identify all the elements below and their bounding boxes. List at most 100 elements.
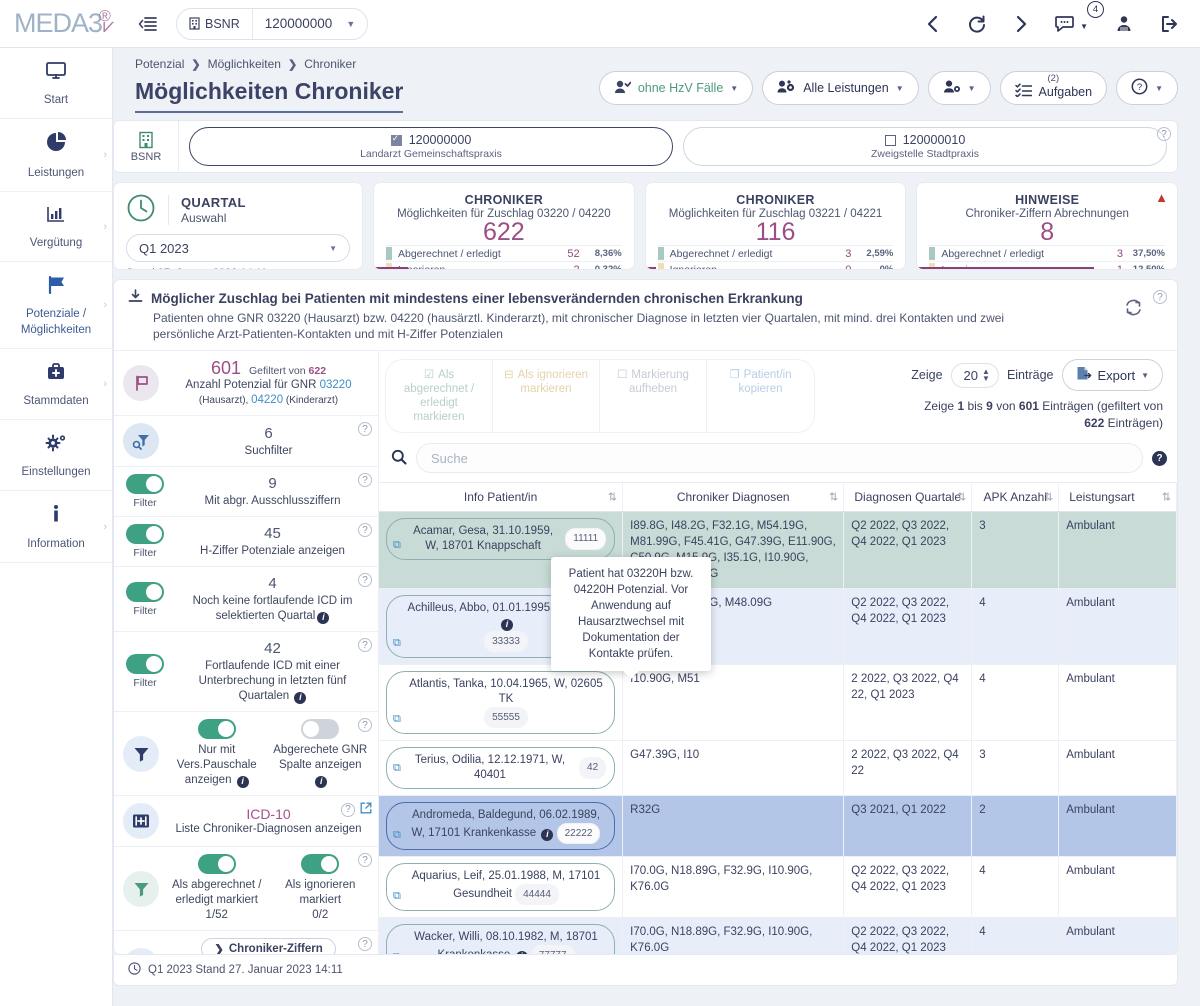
user-settings-button[interactable]: ▼ bbox=[927, 71, 991, 105]
sidebar-collapse-button[interactable] bbox=[130, 16, 164, 32]
sort-icon[interactable]: ⇅ bbox=[608, 491, 617, 504]
cell-patient[interactable]: ⧉ Atlantis, Tanka, 10.04.1965, W, 02605 … bbox=[379, 664, 624, 741]
forward-icon[interactable] bbox=[1013, 14, 1029, 34]
breadcrumb-item-1[interactable]: Möglichkeiten bbox=[208, 57, 281, 71]
table-row[interactable]: ⧉ Aquarius, Leif, 25.01.1988, M, 17101 G… bbox=[379, 856, 1177, 918]
column-header-info-patient[interactable]: Info Patient/in ⇅ bbox=[379, 482, 624, 512]
column-header-diagnosen-quartale[interactable]: Diagnosen Quartale ⇅ bbox=[843, 482, 973, 512]
sort-icon[interactable]: ⇅ bbox=[1044, 491, 1053, 504]
toggle-abgerechnet-markiert[interactable] bbox=[197, 854, 236, 874]
help-icon[interactable]: ? bbox=[358, 473, 372, 487]
info-icon[interactable]: i bbox=[315, 775, 328, 788]
cell-patient[interactable]: ⧉ Aquarius, Leif, 25.01.1988, M, 17101 G… bbox=[379, 856, 624, 918]
toggle-vers-pauschale[interactable] bbox=[197, 719, 236, 739]
help-icon[interactable]: ? bbox=[358, 523, 372, 537]
toggle-ausschlussziffern[interactable] bbox=[126, 474, 164, 494]
toggle-fortlaufende-icd[interactable] bbox=[126, 654, 164, 674]
sidebar-item-start[interactable]: Start bbox=[0, 48, 112, 119]
table-row[interactable]: ⧉ Terius, Odilia, 12.12.1971, W, 40401 4… bbox=[379, 740, 1177, 796]
sort-icon[interactable]: ⇅ bbox=[957, 491, 966, 504]
column-header-apk-anzahl[interactable]: APK Anzahl ⇅ bbox=[971, 482, 1060, 512]
info-icon[interactable]: i bbox=[317, 611, 330, 624]
patient-pill[interactable]: ⧉ Wacker, Willi, 08.10.1982, M, 18701 Kr… bbox=[386, 924, 616, 954]
logout-icon[interactable] bbox=[1160, 14, 1180, 34]
filter-icd10[interactable]: ICD-10 Liste Chroniker-Diagnosen anzeige… bbox=[114, 796, 378, 847]
toggle-keine-icd[interactable] bbox=[126, 581, 164, 602]
edit-icon[interactable]: ⧉ bbox=[393, 888, 401, 904]
sidebar-item-information[interactable]: Information › bbox=[0, 491, 112, 563]
search-help-icon[interactable]: ? bbox=[1152, 450, 1167, 466]
patient-pill[interactable]: ⧉ Terius, Odilia, 12.12.1971, W, 40401 4… bbox=[386, 747, 616, 789]
cell-patient[interactable]: ⧉ Andromeda, Baldegund, 06.02.1989, W, 1… bbox=[379, 795, 624, 857]
panel-help-icon[interactable]: ? bbox=[1153, 290, 1167, 304]
info-icon[interactable]: i bbox=[294, 691, 307, 704]
info-icon[interactable]: i bbox=[236, 775, 249, 788]
app-logo[interactable]: MEDA3 ® ⩗ bbox=[0, 8, 130, 39]
mark-abgerechnet-button[interactable]: ☑ Als abgerechnet / erledigt markieren bbox=[386, 360, 493, 432]
chevron-down-icon[interactable]: ▼ bbox=[346, 19, 367, 29]
info-icon[interactable]: i bbox=[515, 950, 528, 954]
bsnr-option-0[interactable]: 120000000 Landarzt Gemeinschaftspraxis bbox=[189, 127, 673, 166]
help-icon[interactable]: ? bbox=[358, 937, 372, 951]
edit-icon[interactable]: ⧉ bbox=[393, 635, 401, 651]
sort-icon[interactable]: ⇅ bbox=[1162, 491, 1171, 504]
breadcrumb-item-0[interactable]: Potenzial bbox=[135, 57, 184, 71]
toggle-ignorieren-markiert[interactable] bbox=[301, 854, 340, 874]
checkbox-checked-icon[interactable] bbox=[390, 133, 402, 146]
sidebar-item-stammdaten[interactable]: Stammdaten › bbox=[0, 349, 112, 420]
table-row[interactable]: ⧉ Andromeda, Baldegund, 06.02.1989, W, 1… bbox=[379, 795, 1177, 857]
info-icon[interactable]: i bbox=[501, 618, 513, 631]
edit-icon[interactable]: ⧉ bbox=[393, 760, 401, 776]
column-header-leistungsart[interactable]: Leistungsart ⇅ bbox=[1058, 482, 1177, 512]
patient-pill[interactable]: ⧉ Andromeda, Baldegund, 06.02.1989, W, 1… bbox=[386, 802, 616, 850]
table-row[interactable]: ⧉ Acamar, Gesa, 31.10.1959, W, 18701 Kna… bbox=[379, 511, 1177, 589]
sort-icon[interactable]: ⇅ bbox=[829, 491, 838, 504]
toggle-hziffer[interactable] bbox=[126, 524, 164, 544]
patient-pill[interactable]: ⧉ Atlantis, Tanka, 10.04.1965, W, 02605 … bbox=[386, 671, 616, 734]
help-icon[interactable]: ? bbox=[358, 853, 372, 867]
filter-alle-leistungen-button[interactable]: Alle Leistungen ▼ bbox=[762, 71, 919, 105]
sidebar-item-einstellungen[interactable]: Einstellungen bbox=[0, 420, 112, 491]
sidebar-item-leistungen[interactable]: Leistungen › bbox=[0, 119, 112, 192]
download-icon[interactable] bbox=[128, 289, 143, 307]
help-icon[interactable]: ? bbox=[358, 638, 372, 652]
help-icon[interactable]: ? bbox=[358, 718, 372, 732]
help-icon[interactable]: ? bbox=[358, 573, 372, 587]
back-icon[interactable] bbox=[925, 14, 941, 34]
help-icon[interactable]: ? bbox=[1157, 127, 1171, 141]
breadcrumb-item-2[interactable]: Chroniker bbox=[304, 57, 356, 71]
edit-icon[interactable]: ⧉ bbox=[393, 537, 401, 553]
patient-pill[interactable]: ⧉ Acamar, Gesa, 31.10.1959, W, 18701 Kna… bbox=[386, 518, 616, 560]
cell-patient[interactable]: ⧉ Wacker, Willi, 08.10.1982, M, 18701 Kr… bbox=[379, 917, 624, 954]
bsnr-option-1[interactable]: 120000010 Zweigstelle Stadtpraxis bbox=[683, 127, 1167, 166]
bsnr-selector[interactable]: BSNR 120000000 ▼ bbox=[176, 7, 369, 40]
sidebar-item-potenziale[interactable]: Potenziale / Möglichkeiten › bbox=[0, 262, 112, 349]
edit-icon[interactable]: ⧉ bbox=[393, 827, 401, 843]
messages-icon[interactable]: ▼ 4 bbox=[1055, 0, 1104, 34]
patient-pill[interactable]: ⧉ Aquarius, Leif, 25.01.1988, M, 17101 G… bbox=[386, 863, 616, 911]
cell-patient[interactable]: ⧉ Terius, Odilia, 12.12.1971, W, 40401 4… bbox=[379, 740, 624, 796]
column-header-chroniker-diagnosen[interactable]: Chroniker Diagnosen ⇅ bbox=[622, 482, 845, 512]
toggle-gnr-spalte[interactable] bbox=[301, 719, 340, 739]
entries-per-page-stepper[interactable]: 20 ▲ ▼ bbox=[950, 362, 999, 388]
panel-refresh-icon[interactable] bbox=[1124, 298, 1143, 322]
table-row[interactable]: ⧉ Atlantis, Tanka, 10.04.1965, W, 02605 … bbox=[379, 664, 1177, 741]
chroniker-ziffern-button[interactable]: ❯ Chroniker-Ziffern bbox=[201, 938, 336, 954]
user-account-icon[interactable] bbox=[1114, 14, 1134, 34]
aufgaben-button[interactable]: (2) Aufgaben bbox=[999, 71, 1108, 105]
edit-icon[interactable]: ⧉ bbox=[393, 949, 401, 954]
sidebar-item-verguetung[interactable]: Vergütung › bbox=[0, 192, 112, 262]
help-menu-button[interactable]: ? ▼ bbox=[1116, 71, 1178, 105]
mark-ignorieren-button[interactable]: ⊟ Als ignorieren markieren bbox=[493, 360, 600, 432]
mark-aufheben-button[interactable]: ☐ Markierung aufheben bbox=[600, 360, 707, 432]
refresh-icon[interactable] bbox=[967, 14, 987, 34]
table-row[interactable]: ⧉ Wacker, Willi, 08.10.1982, M, 18701 Kr… bbox=[379, 917, 1177, 954]
help-icon[interactable]: ? bbox=[341, 802, 355, 817]
patient-kopieren-button[interactable]: ❐ Patient/in kopieren bbox=[707, 360, 814, 432]
search-input[interactable]: Suche bbox=[416, 443, 1143, 473]
filter-ohne-hzv-button[interactable]: ohne HzV Fälle ▼ bbox=[598, 71, 754, 105]
filter-suchfilter[interactable]: 6 Suchfilter ? bbox=[114, 416, 378, 467]
external-link-icon[interactable] bbox=[360, 802, 372, 817]
info-icon[interactable]: i bbox=[541, 828, 554, 841]
export-button[interactable]: Export ▼ bbox=[1061, 359, 1163, 391]
